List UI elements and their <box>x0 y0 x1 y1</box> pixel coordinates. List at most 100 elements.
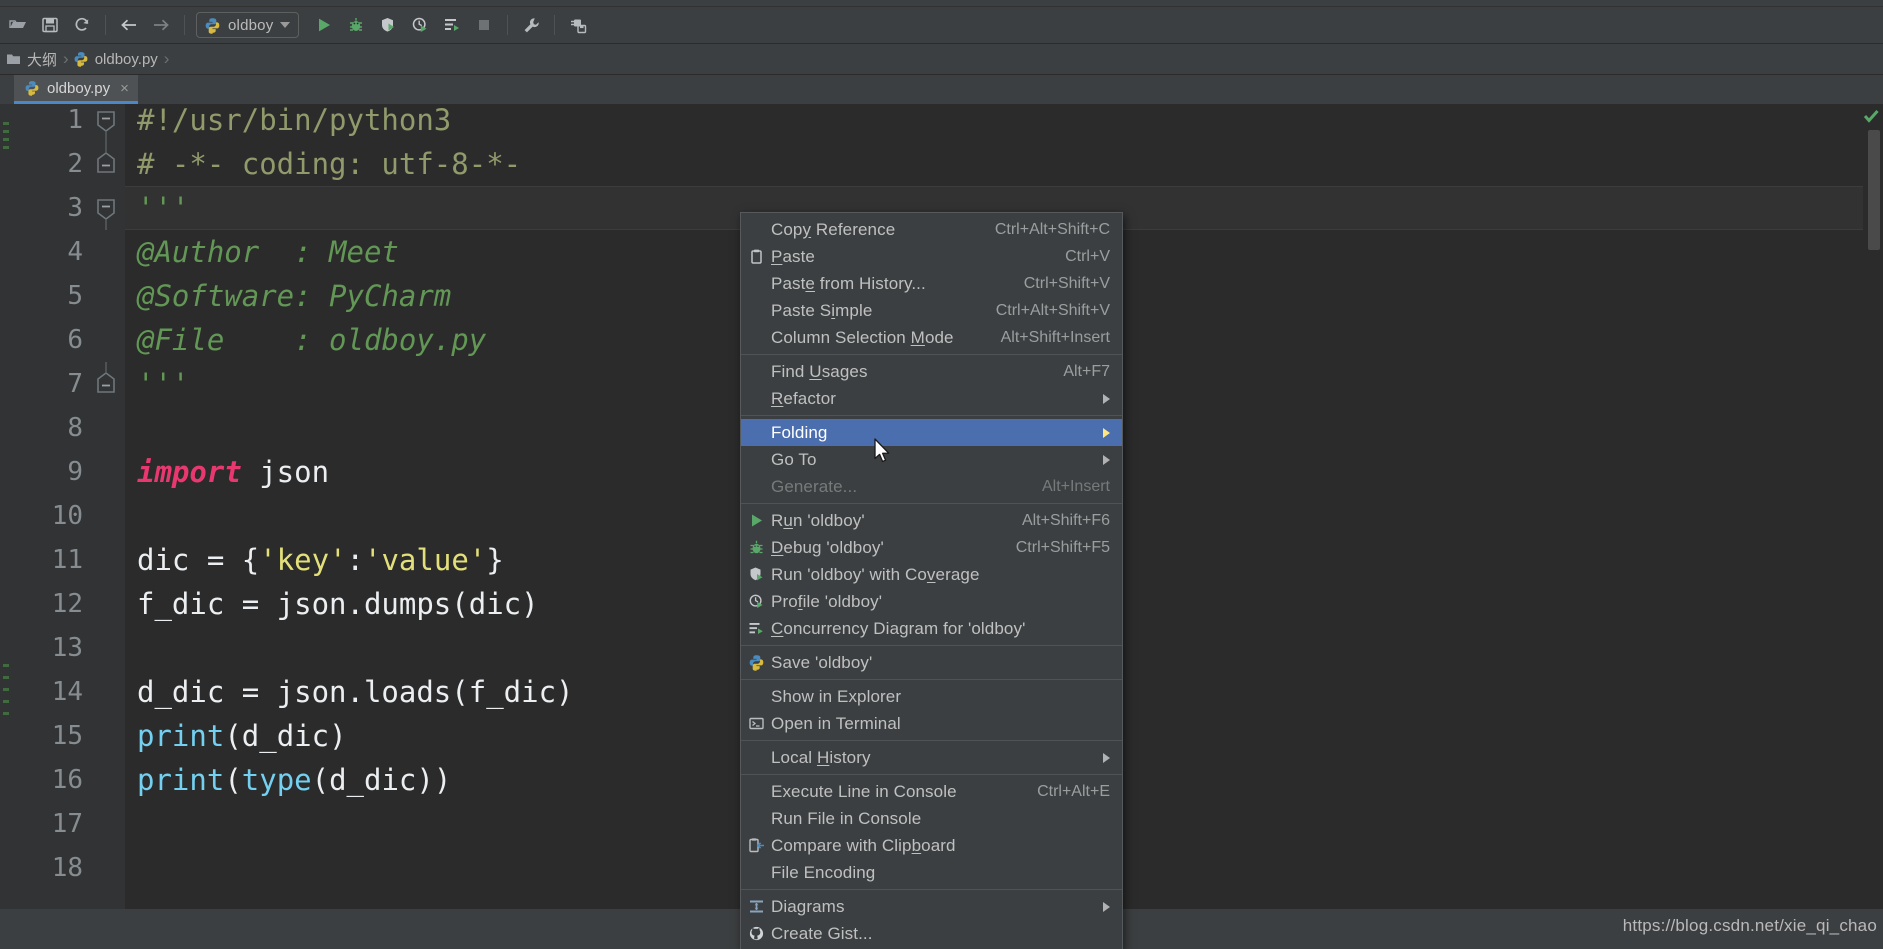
menu-item-find-usages[interactable]: Find Usages Alt+F7 <box>741 358 1122 385</box>
breadcrumb-label: 大纲 <box>27 51 58 69</box>
menu-item-column-selection-mode[interactable]: Column Selection Mode Alt+Shift+Insert <box>741 324 1122 351</box>
line-number: 7 <box>67 369 83 399</box>
code-token-doc: ''' <box>137 367 190 401</box>
run-icon[interactable] <box>309 10 339 40</box>
menu-item-shortcut: Alt+Insert <box>1041 477 1110 495</box>
forward-arrow-icon[interactable] <box>146 10 176 40</box>
breadcrumb-separator-icon: › <box>63 49 69 68</box>
chevron-down-icon[interactable] <box>280 22 291 28</box>
menu-item-save-oldboy[interactable]: Save 'oldboy' <box>741 649 1122 676</box>
menu-item-paste[interactable]: Paste Ctrl+V <box>741 243 1122 270</box>
submenu-arrow-icon <box>1103 427 1110 438</box>
menu-item-icon-slot <box>741 419 771 446</box>
menu-item-create-gist[interactable]: Create Gist... <box>741 920 1122 947</box>
line-number: 16 <box>51 765 83 795</box>
code-line[interactable]: # -*- coding: utf-8-*- <box>137 142 521 186</box>
menu-item-shortcut: Ctrl+Shift+V <box>1023 274 1110 292</box>
toolbar-separator <box>507 15 509 35</box>
settings-wrench-icon[interactable] <box>516 10 546 40</box>
code-line[interactable]: ''' <box>137 186 189 230</box>
profile-icon[interactable] <box>405 10 435 40</box>
code-token-doc: @Author : Meet <box>137 235 399 269</box>
code-line[interactable]: @Author : Meet <box>137 230 399 274</box>
plugins-icon[interactable] <box>563 10 593 40</box>
menu-item-open-in-terminal[interactable]: Open in Terminal <box>741 710 1122 737</box>
watermark-text: https://blog.csdn.net/xie_qi_chao <box>1622 916 1877 935</box>
sync-icon[interactable] <box>67 10 97 40</box>
save-all-icon[interactable] <box>35 10 65 40</box>
fold-marker-icon[interactable] <box>93 142 119 186</box>
menu-item-concurrency-diagram-for-oldboy[interactable]: Concurrency Diagram for 'oldboy' <box>741 615 1122 642</box>
code-line[interactable]: import json <box>137 450 329 494</box>
editor-context-menu[interactable]: Copy Reference Ctrl+Alt+Shift+C Paste Ctrl+… <box>740 212 1123 949</box>
menu-bar[interactable] <box>0 0 1883 7</box>
line-number: 17 <box>51 809 83 839</box>
menu-separator <box>741 889 1122 890</box>
menu-item-label: Paste from History... <box>771 273 926 293</box>
python-file-icon <box>741 649 771 676</box>
menu-item-refactor[interactable]: Refactor <box>741 385 1122 412</box>
menu-item-paste-simple[interactable]: Paste Simple Ctrl+Alt+Shift+V <box>741 297 1122 324</box>
code-line[interactable]: f_dic = json.dumps(dic) <box>137 582 539 626</box>
code-line[interactable]: ''' <box>137 362 189 406</box>
clipboard-icon <box>741 243 771 270</box>
close-icon[interactable]: × <box>120 80 129 97</box>
toolbar-separator <box>554 15 556 35</box>
run-configuration-selector[interactable]: oldboy <box>196 12 300 38</box>
menu-item-copy-reference[interactable]: Copy Reference Ctrl+Alt+Shift+C <box>741 216 1122 243</box>
menu-item-debug-oldboy[interactable]: Debug 'oldboy' Ctrl+Shift+F5 <box>741 534 1122 561</box>
menu-item-folding[interactable]: Folding <box>741 419 1122 446</box>
menu-item-run-oldboy-with-coverage[interactable]: Run 'oldboy' with Coverage <box>741 561 1122 588</box>
menu-item-local-history[interactable]: Local History <box>741 744 1122 771</box>
fold-marker-icon[interactable] <box>93 98 119 142</box>
code-line[interactable]: print(d_dic) <box>137 714 347 758</box>
menu-item-run-file-in-console[interactable]: Run File in Console <box>741 805 1122 832</box>
concurrency-diagram-icon[interactable] <box>437 10 467 40</box>
back-arrow-icon[interactable] <box>114 10 144 40</box>
mouse-cursor-icon <box>874 438 890 463</box>
tab-label: oldboy.py <box>47 79 111 97</box>
menu-item-icon-slot <box>741 805 771 832</box>
code-token-kw: import <box>137 455 242 489</box>
breadcrumb-item-file[interactable]: oldboy.py <box>73 51 162 68</box>
menu-item-show-in-explorer[interactable]: Show in Explorer <box>741 683 1122 710</box>
code-token-plain: dic = <box>137 543 242 577</box>
breadcrumb-item-folder[interactable]: 大纲 <box>6 49 61 70</box>
menu-item-execute-line-in-console[interactable]: Execute Line in Console Ctrl+Alt+E <box>741 778 1122 805</box>
code-line[interactable]: dic = {'key':'value'} <box>137 538 504 582</box>
run-with-coverage-icon[interactable] <box>373 10 403 40</box>
menu-item-profile-oldboy[interactable]: Profile 'oldboy' <box>741 588 1122 615</box>
code-line[interactable]: print(type(d_dic)) <box>137 758 451 802</box>
stop-icon[interactable] <box>469 10 499 40</box>
open-folder-icon[interactable] <box>3 10 33 40</box>
menu-item-diagrams[interactable]: Diagrams <box>741 893 1122 920</box>
code-line[interactable]: @Software: PyCharm <box>137 274 451 318</box>
menu-item-file-encoding[interactable]: File Encoding <box>741 859 1122 886</box>
menu-item-label: File Encoding <box>771 862 876 882</box>
menu-item-go-to[interactable]: Go To <box>741 446 1122 473</box>
vertical-scrollbar[interactable] <box>1868 130 1880 250</box>
fold-marker-icon[interactable] <box>93 186 119 230</box>
code-token-brace: } <box>486 543 504 577</box>
code-line[interactable]: d_dic = json.loads(f_dic) <box>137 670 574 714</box>
inspection-ok-icon[interactable] <box>1863 108 1879 124</box>
menu-item-paste-from-history[interactable]: Paste from History... Ctrl+Shift+V <box>741 270 1122 297</box>
debug-icon[interactable] <box>341 10 371 40</box>
editor-right-rail[interactable] <box>1863 104 1883 909</box>
menu-item-icon-slot <box>741 744 771 771</box>
line-number: 10 <box>51 501 83 531</box>
fold-marker-icon[interactable] <box>93 362 119 406</box>
menu-item-icon-slot <box>741 859 771 886</box>
menu-item-compare-with-clipboard[interactable]: Compare with Clipboard <box>741 832 1122 859</box>
editor-gutter[interactable]: 1 2 3 4 5 6 7 8 9 10 11 12 13 14 15 16 17 18 <box>13 104 125 909</box>
line-number: 18 <box>51 853 83 883</box>
code-token-plain: : <box>346 543 365 577</box>
debug-icon <box>741 534 771 561</box>
menu-item-run-oldboy[interactable]: Run 'oldboy' Alt+Shift+F6 <box>741 507 1122 534</box>
code-token-builtin: print <box>137 763 225 797</box>
menu-separator <box>741 354 1122 355</box>
line-number: 2 <box>67 149 83 179</box>
code-line[interactable]: #!/usr/bin/python3 <box>137 104 451 142</box>
code-token-plain: (d_dic)) <box>311 763 452 797</box>
code-line[interactable]: @File : oldboy.py <box>137 318 486 362</box>
